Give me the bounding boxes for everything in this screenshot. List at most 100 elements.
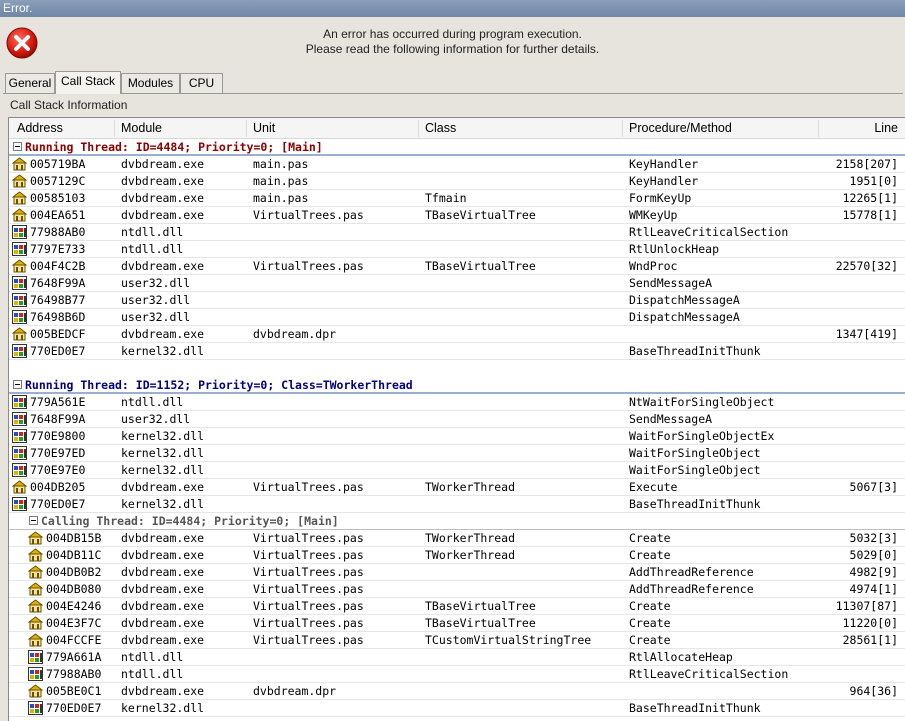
stack-address: 004F4C2B <box>30 259 86 273</box>
stack-frame-row[interactable]: 7648F99A user32.dll SendMessageA <box>9 275 905 292</box>
stack-frame-row[interactable]: 005719BA dvbdream.exe main.pas KeyHandler 21… <box>9 156 905 173</box>
tab-cpu[interactable]: CPU <box>180 73 223 93</box>
dll-icon <box>12 497 27 511</box>
stack-address: 7648F99A <box>30 276 86 290</box>
stack-module: kernel32.dll <box>121 701 205 715</box>
stack-line: 11220[0] <box>842 616 898 630</box>
stack-frame-row[interactable]: 00585103 dvbdream.exe main.pas Tfmain FormKe… <box>9 190 905 207</box>
unit-icon <box>12 259 27 273</box>
stack-module: kernel32.dll <box>121 344 205 358</box>
stack-address: 004DB15B <box>46 531 102 545</box>
thread-header-main[interactable]: Running Thread: ID=4484; Priority=0; [Ma… <box>9 139 905 156</box>
stack-frame-row[interactable]: 004E4246 dvbdream.exe VirtualTrees.pas TBas… <box>9 598 905 615</box>
dll-icon <box>12 293 27 307</box>
stack-frame-row[interactable]: 77988AB0 ntdll.dll RtlLeaveCriticalSection <box>9 224 905 241</box>
stack-frame-row[interactable]: 004E3F7C dvbdream.exe VirtualTrees.pas TBas… <box>9 615 905 632</box>
stack-procedure: Create <box>629 531 671 545</box>
stack-frame-row[interactable]: 005BE0C1 dvbdream.exe dvbdream.dpr 964[36] <box>9 683 905 700</box>
stack-frame-row[interactable]: 77988AB0 ntdll.dll RtlLeaveCriticalSection <box>9 666 905 683</box>
stack-frame-row[interactable]: 004DB0B2 dvbdream.exe VirtualTrees.pas AddT… <box>9 564 905 581</box>
stack-frame-row[interactable]: 004DB11C dvbdream.exe VirtualTrees.pas TWor… <box>9 547 905 564</box>
thread-header-worker[interactable]: Running Thread: ID=1152; Priority=0; Cla… <box>9 377 905 394</box>
stack-unit: VirtualTrees.pas <box>253 582 364 596</box>
thread-header-calling[interactable]: Calling Thread: ID=4484; Priority=0; [Ma… <box>9 513 905 530</box>
stack-address: 005719BA <box>30 157 86 171</box>
stack-frame-row[interactable]: 779A661A ntdll.dll RtlAllocateHeap <box>9 649 905 666</box>
stack-frame-row[interactable]: 76498B77 user32.dll DispatchMessageA <box>9 292 905 309</box>
collapse-toggle-icon[interactable] <box>13 142 22 151</box>
call-stack-list[interactable]: Address Module Unit Class Procedure/Meth… <box>8 117 905 721</box>
column-procedure[interactable]: Procedure/Method <box>629 121 732 135</box>
stack-unit: dvbdream.dpr <box>253 684 337 698</box>
stack-frame-row[interactable]: 779A561E ntdll.dll NtWaitForSingleObject <box>9 394 905 411</box>
thread-title: Running Thread: ID=4484; Priority=0; [Ma… <box>25 140 323 154</box>
stack-module: dvbdream.exe <box>121 582 205 596</box>
collapse-toggle-icon[interactable] <box>13 380 22 389</box>
stack-module: dvbdream.exe <box>121 531 205 545</box>
stack-address: 004E4246 <box>46 599 102 613</box>
stack-module: user32.dll <box>121 412 191 426</box>
stack-frame-row[interactable]: 004DB080 dvbdream.exe VirtualTrees.pas AddT… <box>9 581 905 598</box>
stack-module: dvbdream.exe <box>121 633 205 647</box>
stack-frame-row[interactable]: 004FCCFE dvbdream.exe VirtualTrees.pas TCus… <box>9 632 905 649</box>
stack-address: 770E97E0 <box>30 463 86 477</box>
stack-line: 12265[1] <box>842 191 898 205</box>
thread-title: Running Thread: ID=1152; Priority=0; Cla… <box>25 378 413 392</box>
stack-procedure: WMKeyUp <box>629 208 678 222</box>
stack-procedure: SendMessageA <box>629 276 713 290</box>
stack-frame-row[interactable]: 770E97ED kernel32.dll WaitForSingleObject <box>9 445 905 462</box>
collapse-toggle-icon[interactable] <box>29 516 38 525</box>
stack-frame-row[interactable]: 7797E733 ntdll.dll RtlUnlockHeap <box>9 241 905 258</box>
stack-address: 770E97ED <box>30 446 86 460</box>
stack-procedure: DispatchMessageA <box>629 293 740 307</box>
unit-icon <box>28 548 43 562</box>
tab-call-stack[interactable]: Call Stack <box>55 71 121 94</box>
stack-procedure: WaitForSingleObject <box>629 446 761 460</box>
stack-module: dvbdream.exe <box>121 208 205 222</box>
stack-class: TBaseVirtualTree <box>425 616 536 630</box>
stack-frame-row[interactable]: 004DB15B dvbdream.exe VirtualTrees.pas TWor… <box>9 530 905 547</box>
dll-icon <box>28 667 43 681</box>
stack-line: 5032[3] <box>849 531 898 545</box>
stack-procedure: DispatchMessageA <box>629 310 740 324</box>
stack-address: 77988AB0 <box>46 667 102 681</box>
stack-frame-row[interactable]: 770ED0E7 kernel32.dll BaseThreadInitThunk <box>9 343 905 360</box>
stack-module: kernel32.dll <box>121 429 205 443</box>
dll-icon <box>12 344 27 358</box>
stack-address: 004FCCFE <box>46 633 102 647</box>
column-class[interactable]: Class <box>425 121 456 135</box>
stack-unit: VirtualTrees.pas <box>253 480 364 494</box>
stack-frame-row[interactable]: 004EA651 dvbdream.exe VirtualTrees.pas TBas… <box>9 207 905 224</box>
stack-procedure: BaseThreadInitThunk <box>629 497 761 511</box>
stack-frame-row[interactable]: 770ED0E7 kernel32.dll BaseThreadInitThunk <box>9 496 905 513</box>
stack-frame-row[interactable]: 0057129C dvbdream.exe main.pas KeyHandler 19… <box>9 173 905 190</box>
stack-frame-row[interactable]: 004DB205 dvbdream.exe VirtualTrees.pas TWor… <box>9 479 905 496</box>
column-unit[interactable]: Unit <box>253 121 275 135</box>
stack-line: 5029[0] <box>849 548 898 562</box>
dll-icon <box>12 310 27 324</box>
section-title: Call Stack Information <box>10 98 128 112</box>
unit-icon <box>28 565 43 579</box>
dll-icon <box>12 395 27 409</box>
tab-general[interactable]: General <box>5 73 55 93</box>
stack-procedure: AddThreadReference <box>629 565 754 579</box>
stack-line: 4982[9] <box>849 565 898 579</box>
tab-divider <box>3 93 903 94</box>
column-line[interactable]: Line <box>874 121 898 135</box>
stack-frame-row[interactable]: 005BEDCF dvbdream.exe dvbdream.dpr 1347[419… <box>9 326 905 343</box>
stack-class: TBaseVirtualTree <box>425 599 536 613</box>
stack-class: TCustomVirtualStringTree <box>425 633 592 647</box>
stack-procedure: Create <box>629 548 671 562</box>
column-module[interactable]: Module <box>121 121 162 135</box>
tab-modules[interactable]: Modules <box>121 73 180 93</box>
stack-frame-row[interactable]: 7648F99A user32.dll SendMessageA <box>9 411 905 428</box>
stack-frame-row[interactable]: 76498B6D user32.dll DispatchMessageA <box>9 309 905 326</box>
stack-frame-row[interactable]: 004F4C2B dvbdream.exe VirtualTrees.pas TBas… <box>9 258 905 275</box>
stack-unit: main.pas <box>253 174 309 188</box>
stack-frame-row[interactable]: 770ED0E7 kernel32.dll BaseThreadInitThunk <box>9 700 905 717</box>
column-address[interactable]: Address <box>17 121 63 135</box>
stack-frame-row[interactable]: 770E9800 kernel32.dll WaitForSingleObjectE… <box>9 428 905 445</box>
dll-icon <box>12 463 27 477</box>
stack-procedure: NtWaitForSingleObject <box>629 395 775 409</box>
stack-frame-row[interactable]: 770E97E0 kernel32.dll WaitForSingleObject <box>9 462 905 479</box>
